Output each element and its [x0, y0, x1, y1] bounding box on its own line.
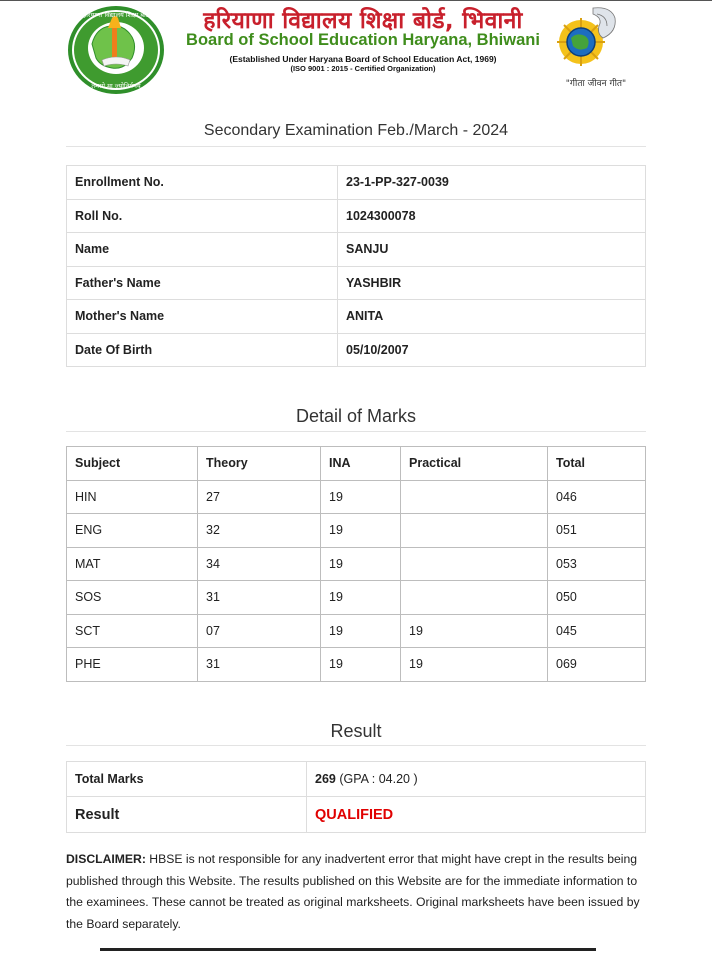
total-cell: 050: [547, 580, 646, 615]
ina-cell: 19: [320, 513, 401, 548]
theory-cell: 31: [197, 647, 321, 682]
emblem-text-top: हरियाणा विद्यालय शिक्षा बोर्ड: [83, 11, 150, 19]
name-label: Name: [66, 232, 338, 267]
col-practical: Practical: [400, 446, 548, 481]
page-header: हरियाणा विद्यालय शिक्षा बोर्ड तमसो मा ज्…: [0, 0, 712, 100]
result-status-value: QUALIFIED: [315, 806, 394, 823]
total-cell: 051: [547, 513, 646, 548]
table-row: SCT 07 19 19 045: [66, 613, 646, 648]
board-subtitle-act: (Established Under Haryana Board of Scho…: [229, 54, 497, 64]
ina-cell: 19: [320, 647, 401, 682]
total-cell: 045: [547, 613, 646, 648]
practical-cell: [400, 479, 548, 514]
subject-cell: PHE: [66, 647, 198, 682]
disclaimer: DISCLAIMER: HBSE is not responsible for …: [66, 849, 646, 935]
total-cell: 053: [547, 546, 646, 581]
marks-title: Detail of Marks: [295, 406, 417, 426]
table-row: Roll No. 1024300078: [66, 198, 646, 233]
board-emblem-logo: हरियाणा विद्यालय शिक्षा बोर्ड तमसो मा ज्…: [68, 6, 164, 94]
total-marks-value: 269: [315, 772, 336, 786]
father-name-value: YASHBIR: [337, 265, 646, 300]
enrollment-value: 23-1-PP-327-0039: [337, 165, 646, 200]
table-row: MAT 34 19 053: [66, 546, 646, 581]
board-title-english: Board of School Education Haryana, Bhiwa…: [186, 31, 540, 49]
table-row: Enrollment No. 23-1-PP-327-0039: [66, 165, 646, 200]
emblem-text-bottom: तमसो मा ज्योतिर्गमय: [91, 82, 140, 90]
table-row: Mother's Name ANITA: [66, 299, 646, 334]
ina-cell: 19: [320, 580, 401, 615]
total-cell: 069: [547, 647, 646, 682]
theory-cell: 32: [197, 513, 321, 548]
practical-cell: [400, 580, 548, 615]
result-table: Total Marks 269 (GPA : 04.20 ) Result QU…: [66, 761, 646, 833]
gita-motto: "गीता जीवन गीत": [565, 79, 627, 89]
total-cell: 046: [547, 479, 646, 514]
col-ina: INA: [320, 446, 401, 481]
practical-cell: 19: [400, 613, 548, 648]
col-subject: Subject: [66, 446, 198, 481]
table-row: Date Of Birth 05/10/2007: [66, 332, 646, 367]
subject-cell: HIN: [66, 479, 198, 514]
gpa-text: (GPA : 04.20 ): [339, 772, 418, 786]
result-title-divider: [66, 745, 646, 746]
marks-title-divider: [66, 431, 646, 432]
subject-cell: SCT: [66, 613, 198, 648]
table-row: Result QUALIFIED: [66, 796, 646, 833]
marks-header-row: Subject Theory INA Practical Total: [66, 446, 646, 481]
table-row: Total Marks 269 (GPA : 04.20 ): [66, 761, 646, 797]
subject-cell: MAT: [66, 546, 198, 581]
name-value: SANJU: [337, 232, 646, 267]
enrollment-label: Enrollment No.: [66, 165, 338, 200]
table-row: PHE 31 19 19 069: [66, 647, 646, 682]
mother-name-value: ANITA: [337, 299, 646, 334]
board-subtitle-iso: (ISO 9001 : 2015 - Certified Organizatio…: [290, 64, 436, 73]
table-row: Name SANJU: [66, 232, 646, 267]
practical-cell: 19: [400, 647, 548, 682]
subject-cell: SOS: [66, 580, 198, 615]
roll-value: 1024300078: [337, 198, 646, 233]
theory-cell: 31: [197, 580, 321, 615]
exam-title: Secondary Examination Feb./March - 2024: [203, 122, 509, 139]
bottom-divider: [100, 948, 596, 951]
ina-cell: 19: [320, 479, 401, 514]
table-row: HIN 27 19 046: [66, 479, 646, 514]
dob-value: 05/10/2007: [337, 332, 646, 367]
dob-label: Date Of Birth: [66, 332, 338, 367]
student-details-table: Enrollment No. 23-1-PP-327-0039 Roll No.…: [66, 165, 646, 367]
disclaimer-text: HBSE is not responsible for any inadvert…: [66, 852, 640, 931]
theory-cell: 27: [197, 479, 321, 514]
col-theory: Theory: [197, 446, 321, 481]
theory-cell: 34: [197, 546, 321, 581]
gita-emblem-logo: [557, 7, 616, 66]
disclaimer-label: DISCLAIMER:: [66, 852, 146, 866]
result-label: Result: [66, 796, 307, 833]
ina-cell: 19: [320, 546, 401, 581]
table-row: Father's Name YASHBIR: [66, 265, 646, 300]
mother-name-label: Mother's Name: [66, 299, 338, 334]
table-row: SOS 31 19 050: [66, 580, 646, 615]
marks-table: Subject Theory INA Practical Total HIN 2…: [66, 446, 646, 682]
practical-cell: [400, 546, 548, 581]
result-title: Result: [330, 721, 382, 741]
result-value-cell: QUALIFIED: [306, 796, 646, 833]
col-total: Total: [547, 446, 646, 481]
roll-label: Roll No.: [66, 198, 338, 233]
exam-title-divider: [66, 146, 646, 147]
practical-cell: [400, 513, 548, 548]
table-row: ENG 32 19 051: [66, 513, 646, 548]
ina-cell: 19: [320, 613, 401, 648]
subject-cell: ENG: [66, 513, 198, 548]
total-marks-cell: 269 (GPA : 04.20 ): [306, 761, 646, 797]
father-name-label: Father's Name: [66, 265, 338, 300]
theory-cell: 07: [197, 613, 321, 648]
total-marks-label: Total Marks: [66, 761, 307, 797]
